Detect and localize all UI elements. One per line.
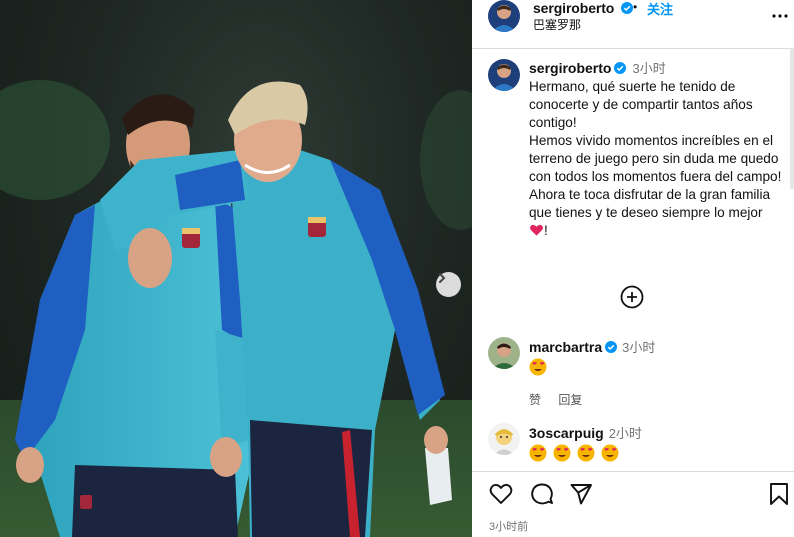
post-timestamp[interactable]: 3小时前 <box>489 518 528 534</box>
heart-eyes-emoji-icon <box>529 444 547 462</box>
caption-time[interactable]: 3小时 <box>632 61 665 76</box>
commenter-avatar[interactable] <box>488 423 520 455</box>
comment-emojis <box>529 444 788 464</box>
comments-feed[interactable]: sergiroberto 3小时 Hermano, qué suerte he … <box>472 49 794 471</box>
post-side-panel: sergiroberto • 关注 巴塞罗那 sergiroberto 3小时 … <box>472 0 794 537</box>
comments-scrollbar[interactable] <box>790 49 794 189</box>
caption-text-content: Hermano, qué suerte he tenido de conocer… <box>529 79 782 220</box>
post-location[interactable]: 巴塞罗那 <box>533 16 581 33</box>
verified-badge-icon <box>605 341 618 353</box>
paper-plane-icon[interactable] <box>569 482 593 506</box>
follow-button[interactable]: 关注 <box>647 0 673 18</box>
heart-eyes-emoji-icon <box>577 444 595 462</box>
chevron-right-icon <box>439 273 446 283</box>
author-username[interactable]: sergiroberto <box>533 0 634 16</box>
heart-eyes-emoji-icon <box>529 358 547 376</box>
caption-avatar[interactable] <box>488 59 520 91</box>
verified-badge-icon <box>621 2 634 14</box>
author-username-text[interactable]: sergiroberto <box>533 0 614 16</box>
reply-comment-button[interactable]: 回复 <box>558 393 582 407</box>
plus-circle-icon[interactable] <box>620 285 644 309</box>
red-heart-emoji-icon <box>530 224 543 236</box>
players-photo-illustration <box>0 80 472 537</box>
comment-time[interactable]: 2小时 <box>609 426 642 441</box>
post-photo <box>0 0 472 537</box>
heart-eyes-emoji-icon <box>601 444 619 462</box>
caption-tail: ! <box>544 223 548 238</box>
carousel-next-button[interactable] <box>436 272 461 297</box>
bookmark-icon[interactable] <box>769 482 789 506</box>
heart-outline-icon[interactable] <box>489 483 513 505</box>
heart-eyes-emoji-icon <box>553 444 571 462</box>
post-action-bar: 3小时前 <box>472 471 794 537</box>
comment-actions: 赞 回复 <box>529 391 788 408</box>
author-avatar[interactable] <box>488 0 520 32</box>
like-comment-button[interactable]: 赞 <box>529 393 541 407</box>
commenter-username[interactable]: marcbartra <box>529 339 602 355</box>
more-options-icon[interactable] <box>771 9 789 23</box>
verified-badge-icon <box>614 62 627 74</box>
commenter-avatar[interactable] <box>488 337 520 369</box>
commenter-username[interactable]: 3oscarpuig <box>529 425 604 441</box>
caption-username[interactable]: sergiroberto <box>529 60 611 76</box>
post-header: sergiroberto • 关注 巴塞罗那 <box>472 0 794 49</box>
header-separator: • <box>633 0 638 14</box>
caption-text: Hermano, qué suerte he tenido de conocer… <box>529 78 788 240</box>
comment-time[interactable]: 3小时 <box>622 340 655 355</box>
comment-emojis <box>529 358 788 378</box>
comment-bubble-icon[interactable] <box>530 482 554 506</box>
